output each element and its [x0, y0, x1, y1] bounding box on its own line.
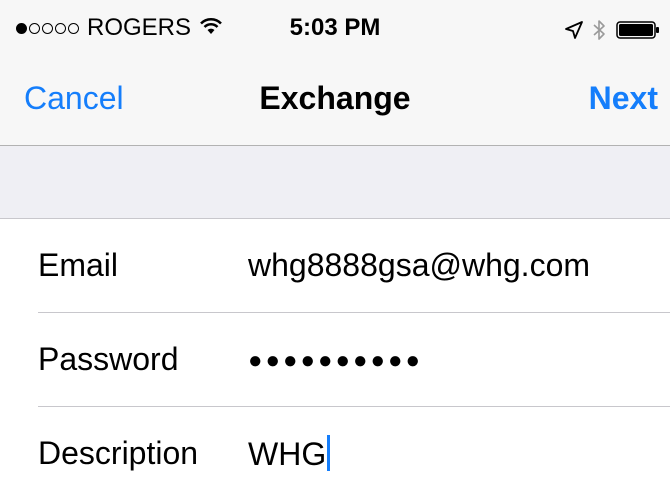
description-value: WHG: [248, 436, 327, 472]
section-header-spacer: [0, 146, 670, 219]
navigation-bar: Cancel Exchange Next: [0, 60, 670, 146]
account-form: Email whg8888gsa@whg.com Password ●●●●●●…: [0, 219, 670, 501]
description-field[interactable]: WHG: [248, 435, 658, 473]
status-bar: ROGERS 5:03 PM: [0, 0, 670, 60]
email-row: Email whg8888gsa@whg.com: [0, 219, 670, 313]
password-label: Password: [38, 341, 179, 377]
bluetooth-icon: [592, 18, 606, 42]
location-icon: [564, 20, 584, 40]
password-row: Password ●●●●●●●●●●: [0, 313, 670, 407]
description-label: Description: [38, 435, 199, 471]
description-row: Description WHG: [0, 407, 670, 501]
status-icons: [564, 18, 660, 42]
page-title: Exchange: [259, 80, 411, 116]
password-field[interactable]: ●●●●●●●●●●: [248, 347, 658, 375]
next-button[interactable]: Next: [589, 80, 658, 117]
email-field[interactable]: whg8888gsa@whg.com: [248, 247, 658, 284]
email-label: Email: [38, 247, 119, 283]
battery-icon: [616, 20, 660, 40]
text-cursor: [327, 435, 331, 471]
